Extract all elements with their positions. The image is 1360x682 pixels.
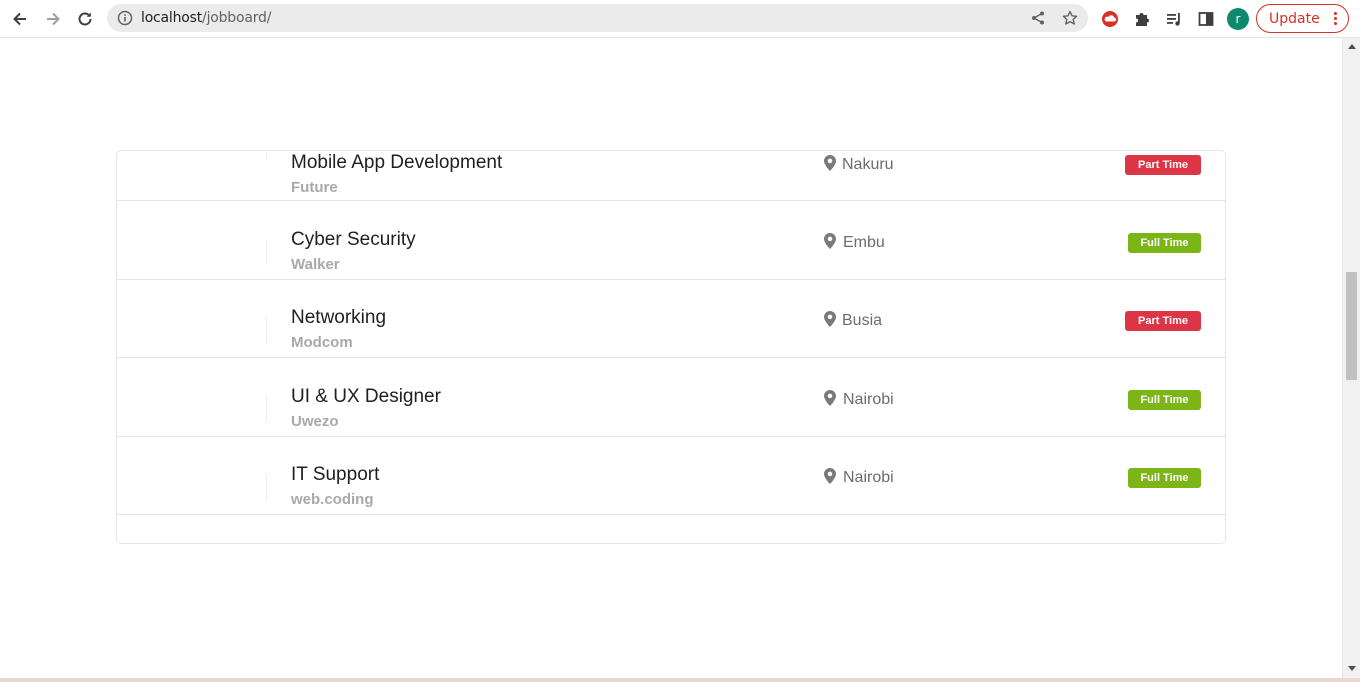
job-row[interactable]: Mobile App Development Future Nakuru Par… [117, 151, 1225, 201]
media-playlist-icon [1167, 13, 1180, 26]
reload-button[interactable] [73, 7, 97, 31]
job-row[interactable]: Networking Modcom Busia Part Time [117, 280, 1225, 358]
job-title[interactable]: Cyber Security [291, 229, 416, 251]
logo-divider [266, 317, 267, 343]
job-company: Uwezo [291, 413, 339, 430]
job-title[interactable]: Networking [291, 307, 386, 329]
map-pin-icon [824, 468, 836, 484]
job-type-badge: Full Time [1128, 233, 1201, 253]
map-pin-icon [824, 311, 836, 327]
back-button[interactable] [8, 7, 32, 31]
logo-divider [266, 396, 267, 422]
update-button[interactable]: Update [1256, 4, 1349, 33]
avatar[interactable]: r [1227, 8, 1249, 30]
info-icon[interactable] [117, 10, 133, 26]
map-pin-icon [824, 155, 836, 171]
job-company: Modcom [291, 334, 353, 351]
page-scrollbar[interactable] [1342, 38, 1360, 678]
logo-divider [266, 474, 267, 500]
profile-initial: r [1235, 12, 1241, 26]
job-row[interactable]: IT Support web.coding Nairobi Full Time [117, 437, 1225, 515]
job-company: web.coding [291, 491, 374, 508]
arrow-left-icon [13, 12, 26, 26]
job-location: Busia [842, 312, 883, 329]
map-pin-icon [824, 233, 836, 249]
job-row[interactable]: UI & UX Designer Uwezo Nairobi Full Time [117, 359, 1225, 437]
job-row[interactable]: Cyber Security Walker Embu Full Time [117, 202, 1225, 280]
job-company: Walker [291, 256, 340, 273]
job-type-badge: Part Time [1125, 311, 1201, 331]
job-location: Nairobi [843, 469, 894, 486]
job-title[interactable]: UI & UX Designer [291, 386, 441, 408]
forward-button[interactable] [41, 7, 65, 31]
reload-icon [78, 12, 92, 26]
job-location: Nakuru [842, 156, 894, 173]
star-icon[interactable] [1062, 10, 1078, 26]
extensions-button[interactable] [1131, 8, 1153, 30]
scroll-down-icon[interactable] [1348, 666, 1356, 671]
job-location: Embu [843, 234, 885, 251]
scroll-thumb[interactable] [1346, 272, 1357, 380]
job-type-badge: Full Time [1128, 390, 1201, 410]
job-company: Future [291, 179, 338, 196]
cloud-extension-button[interactable] [1099, 8, 1121, 30]
url-host: localhost [141, 10, 203, 26]
job-title[interactable]: Mobile App Development [291, 152, 502, 174]
address-bar[interactable]: localhost/jobboard/ [107, 4, 1088, 32]
logo-divider [266, 239, 267, 265]
job-location: Nairobi [843, 391, 894, 408]
window-bottom-edge [0, 678, 1360, 682]
side-panel-icon [1198, 12, 1214, 26]
media-button[interactable] [1163, 8, 1185, 30]
url-path: /jobboard/ [202, 10, 272, 26]
arrow-right-icon [47, 12, 60, 26]
logo-divider [266, 151, 267, 161]
puzzle-icon [1136, 13, 1149, 26]
browser-toolbar: localhost/jobboard/ r Update [0, 0, 1360, 38]
job-list: Mobile App Development Future Nakuru Par… [116, 150, 1226, 544]
job-type-badge: Part Time [1125, 155, 1201, 175]
url-text[interactable]: localhost/jobboard/ [141, 10, 271, 26]
share-icon[interactable] [1030, 10, 1046, 26]
scroll-up-icon[interactable] [1348, 44, 1356, 49]
map-pin-icon [824, 390, 836, 406]
side-panel-button[interactable] [1195, 8, 1217, 30]
update-label: Update [1269, 11, 1320, 27]
cloud-extension-icon [1102, 11, 1118, 27]
menu-dots-icon[interactable] [1334, 11, 1338, 27]
job-title[interactable]: IT Support [291, 464, 379, 486]
job-type-badge: Full Time [1128, 468, 1201, 488]
